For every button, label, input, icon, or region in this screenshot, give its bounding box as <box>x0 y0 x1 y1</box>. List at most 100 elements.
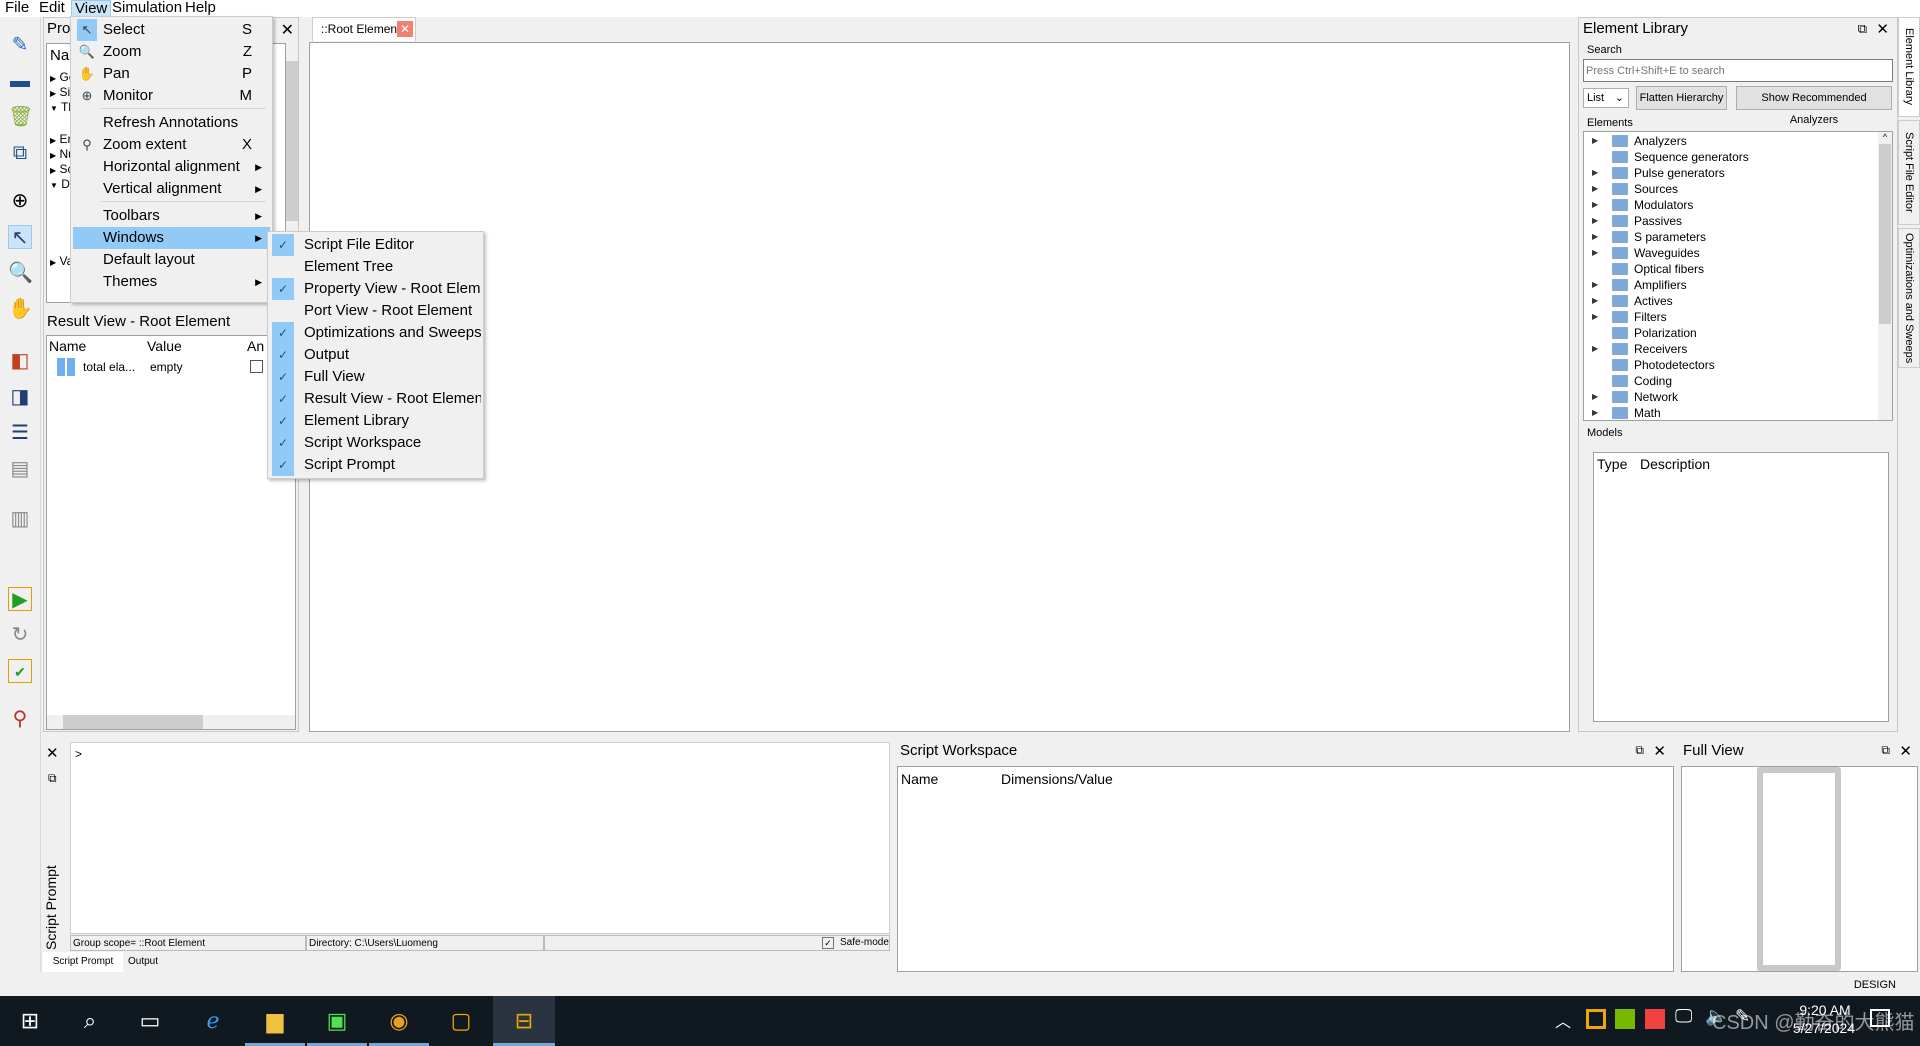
reset-icon[interactable]: ↻ <box>8 623 32 647</box>
optisystem-icon[interactable]: ⊟ <box>493 996 555 1046</box>
view-mode-select[interactable]: List ⌄ <box>1583 88 1629 108</box>
notification-icon[interactable] <box>1870 1009 1890 1027</box>
window-toggle-item[interactable]: ✓ Output <box>270 344 481 366</box>
menu-help[interactable]: Help <box>185 0 216 16</box>
trash-icon[interactable]: 🗑 <box>8 105 33 129</box>
show-recommended-analyzers-button[interactable]: Show Recommended Analyzers <box>1736 86 1892 126</box>
zoom-icon[interactable]: 🔍 <box>8 261 33 285</box>
network-icon[interactable]: 🖵 <box>1675 1006 1692 1027</box>
expand-arrow-icon[interactable]: ▶ <box>1592 181 1598 197</box>
window-toggle-item[interactable]: ✓ Script File Editor <box>270 234 481 256</box>
close-icon[interactable]: ✕ <box>281 20 294 40</box>
search-input[interactable] <box>1583 59 1893 82</box>
close-tab-icon[interactable]: ✕ <box>397 21 413 37</box>
flatten-hierarchy-button[interactable]: Flatten Hierarchy <box>1636 86 1727 110</box>
menu-item-zoom-extent[interactable]: ⚲ Zoom extent X <box>73 134 270 156</box>
side-tab-element-library[interactable]: Element Library <box>1898 17 1920 117</box>
expand-arrow-icon[interactable]: ▶ <box>1592 229 1598 245</box>
window-toggle-item[interactable]: ✓ Result View - Root Element <box>270 388 481 410</box>
tab-output[interactable]: Output <box>123 952 163 972</box>
zoom-extent-icon[interactable]: ⚲ <box>8 707 32 731</box>
menu-item-select[interactable]: ↖ Select S <box>73 19 270 41</box>
horizontal-scrollbar[interactable] <box>47 715 295 729</box>
viewport-rectangle[interactable] <box>1757 767 1841 971</box>
app-icon[interactable]: ▢ <box>431 996 491 1046</box>
group-icon[interactable]: ▬ <box>8 69 32 93</box>
expand-arrow-icon[interactable]: ▶ <box>1592 277 1598 293</box>
expand-arrow-icon[interactable]: ▶ <box>1592 293 1598 309</box>
close-icon[interactable]: ✕ <box>1876 20 1889 38</box>
menu-file[interactable]: File <box>5 0 29 16</box>
columns-icon[interactable]: ▥ <box>8 507 32 531</box>
script-prompt-console[interactable]: > <box>70 742 890 934</box>
chrome-icon[interactable]: ◉ <box>369 996 429 1046</box>
split-icon[interactable]: ◨ <box>8 385 32 409</box>
menu-item-horizontal-alignment[interactable]: Horizontal alignment ▶ <box>73 156 270 178</box>
window-toggle-item[interactable]: Port View - Root Element <box>270 300 481 322</box>
layout-icon[interactable]: ◧ <box>8 349 32 373</box>
connect-icon[interactable]: ⧉ <box>8 141 32 165</box>
windows-start-icon[interactable]: ⊞ <box>0 996 60 1046</box>
expand-arrow-icon[interactable]: ▶ <box>1592 245 1598 261</box>
file-explorer-icon[interactable]: ▆ <box>245 996 305 1046</box>
window-toggle-item[interactable]: ✓ Optimizations and Sweeps <box>270 322 481 344</box>
tab-script-prompt[interactable]: Script Prompt <box>43 952 123 972</box>
tab-root-element[interactable]: ::Root Element ✕ <box>312 17 416 41</box>
expand-arrow-icon[interactable]: ▶ <box>1592 309 1598 325</box>
expand-arrow-icon[interactable]: ▶ <box>50 166 56 175</box>
expand-arrow-icon[interactable]: ▼ <box>50 181 58 190</box>
tray-app-icon[interactable] <box>1586 1009 1606 1029</box>
expression-check-icon[interactable]: ✔ <box>8 659 32 683</box>
search-icon[interactable]: ⌕ <box>60 996 120 1046</box>
float-icon[interactable]: ⧉ <box>1858 21 1867 37</box>
rows-icon[interactable]: ☰ <box>8 421 32 445</box>
run-icon[interactable]: ▶ <box>8 587 32 611</box>
float-icon[interactable]: ⧉ <box>1635 743 1644 758</box>
window-toggle-item[interactable]: Element Tree <box>270 256 481 278</box>
menu-item-windows[interactable]: Windows ▶ <box>73 227 270 249</box>
monitor-icon[interactable]: ⊕ <box>8 189 32 213</box>
expand-arrow-icon[interactable]: ▶ <box>1592 133 1598 149</box>
menu-simulation[interactable]: Simulation <box>112 0 182 16</box>
expand-arrow-icon[interactable]: ▶ <box>1592 389 1598 405</box>
float-icon[interactable]: ⧉ <box>48 771 57 786</box>
nvidia-icon[interactable] <box>1615 1009 1635 1029</box>
select-icon[interactable]: ↖ <box>8 225 32 249</box>
pycharm-icon[interactable]: ▣ <box>307 996 367 1046</box>
side-tab-script-file-editor[interactable]: Script File Editor <box>1898 120 1920 225</box>
menu-item-themes[interactable]: Themes ▶ <box>73 271 270 293</box>
menu-item-toolbars[interactable]: Toolbars ▶ <box>73 205 270 227</box>
expand-arrow-icon[interactable]: ▶ <box>1592 197 1598 213</box>
expand-arrow-icon[interactable]: ▶ <box>1592 165 1598 181</box>
vertical-scrollbar[interactable]: ^ <box>1878 132 1892 420</box>
menu-edit[interactable]: Edit <box>39 0 65 16</box>
expand-arrow-icon[interactable]: ▶ <box>1592 341 1598 357</box>
stack-icon[interactable]: ▤ <box>8 457 32 481</box>
window-toggle-item[interactable]: ✓ Property View - Root Eleme <box>270 278 481 300</box>
expand-arrow-icon[interactable]: ▶ <box>50 136 56 145</box>
expand-arrow-icon[interactable]: ▶ <box>50 151 56 160</box>
close-icon[interactable]: ✕ <box>1899 742 1912 760</box>
task-view-icon[interactable]: ▭ <box>120 996 180 1046</box>
window-toggle-item[interactable]: ✓ Script Workspace <box>270 432 481 454</box>
close-icon[interactable]: ✕ <box>46 744 59 762</box>
window-toggle-item[interactable]: ✓ Full View <box>270 366 481 388</box>
expand-arrow-icon[interactable]: ▶ <box>50 258 56 267</box>
expand-arrow-icon[interactable]: ▶ <box>1592 213 1598 229</box>
expand-arrow-icon[interactable]: ▼ <box>50 104 58 113</box>
full-view-canvas[interactable] <box>1681 766 1918 972</box>
schematic-canvas[interactable] <box>309 42 1570 732</box>
expand-arrow-icon[interactable]: ▶ <box>50 89 56 98</box>
edit-icon[interactable]: ✎ <box>8 33 32 57</box>
menu-item-zoom[interactable]: 🔍 Zoom Z <box>73 41 270 63</box>
window-toggle-item[interactable]: ✓ Script Prompt <box>270 454 481 476</box>
side-tab-optimizations[interactable]: Optimizations and Sweeps <box>1898 228 1920 368</box>
pan-icon[interactable]: ✋ <box>8 297 33 321</box>
result-checkbox[interactable] <box>250 360 263 373</box>
menu-item-pan[interactable]: ✋ Pan P <box>73 63 270 85</box>
tray-red-icon[interactable] <box>1645 1009 1665 1029</box>
expand-arrow-icon[interactable]: ▶ <box>1592 405 1598 420</box>
menu-item-vertical-alignment[interactable]: Vertical alignment ▶ <box>73 178 270 200</box>
menu-item-default-layout[interactable]: Default layout <box>73 249 270 271</box>
expand-arrow-icon[interactable]: ▶ <box>50 74 56 83</box>
